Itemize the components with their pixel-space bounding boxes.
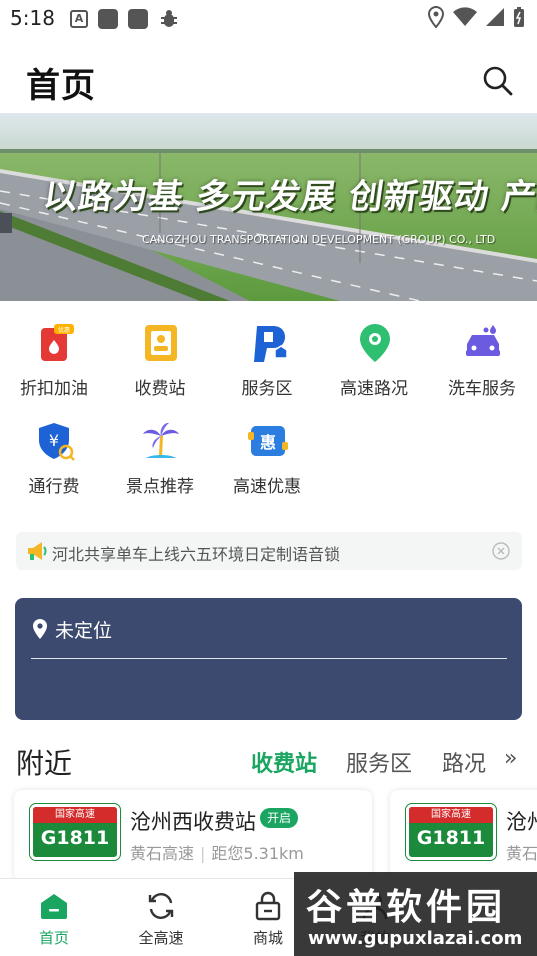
shop-icon — [255, 891, 281, 921]
tab-service-area[interactable]: 服务区 — [346, 746, 412, 778]
home-icon — [41, 894, 67, 919]
svg-text:惠: 惠 — [260, 433, 276, 452]
tab-toll-station[interactable]: 收费站 — [251, 746, 317, 778]
header: 首页 — [0, 50, 537, 110]
toll-station-icon — [145, 325, 177, 361]
service-label: 景点推荐 — [126, 477, 194, 497]
service-label: 收费站 — [134, 379, 186, 399]
highway-sign: 国家高速 G1811 — [29, 803, 121, 861]
battery-icon — [514, 7, 524, 27]
megaphone-icon — [28, 542, 47, 560]
toll-fee-icon: ¥ — [39, 423, 75, 461]
station-name: 沧州 — [506, 810, 537, 834]
notice-bar[interactable]: 河北共享单车上线六五环境日定制语音锁 — [16, 532, 522, 570]
fuel-icon: 优惠 — [41, 324, 74, 361]
station-distance: 距您5.31km — [211, 844, 304, 863]
notice-text: 河北共享单车上线六五环境日定制语音锁 — [52, 545, 341, 564]
service-car-wash[interactable]: 洗车服务 — [432, 322, 532, 412]
refresh-icon — [148, 893, 174, 919]
svg-text:优惠: 优惠 — [58, 326, 70, 334]
service-fuel-discount[interactable]: 优惠 折扣加油 — [4, 322, 104, 412]
bug-icon — [161, 10, 177, 27]
status-badge: 开启 — [260, 808, 299, 828]
nav-all-highway[interactable]: 全高速 — [121, 889, 201, 949]
station-name: 沧州西收费站 — [130, 810, 256, 834]
a-notification-icon: A — [70, 10, 88, 28]
search-icon[interactable] — [481, 64, 515, 98]
service-label: 高速路况 — [340, 379, 408, 399]
banner-slogan: 以路为基 多元发展 创新驱动 产融协同 — [40, 177, 537, 217]
station-card[interactable]: 国家高速 G1811 沧州 黄石 — [390, 790, 537, 880]
service-toll-station[interactable]: 收费站 — [110, 322, 210, 412]
close-icon[interactable] — [492, 542, 510, 560]
nav-label: 全高速 — [138, 929, 184, 947]
service-label: 洗车服务 — [448, 379, 516, 399]
location-status: 未定位 — [55, 620, 113, 642]
nav-home[interactable]: 首页 — [14, 889, 94, 949]
station-card[interactable]: 国家高速 G1811 沧州西收费站 开启 黄石高速 | 距您5.31km — [14, 790, 372, 880]
tab-road-condition[interactable]: 路况 — [442, 746, 486, 778]
wifi-icon — [453, 7, 477, 27]
service-highway-discount[interactable]: 惠 高速优惠 — [217, 420, 317, 510]
location-pin-icon — [33, 619, 47, 639]
banner-subtitle: CANGZHOU TRANSPORTATION DEVELOPMENT (GRO… — [142, 233, 496, 246]
location-card[interactable]: 未定位 — [15, 598, 522, 720]
service-label: 折扣加油 — [20, 379, 88, 399]
more-arrow-icon[interactable]: » — [504, 746, 517, 771]
car-wash-icon — [466, 325, 500, 356]
banner[interactable]: 以路为基 多元发展 创新驱动 产融协同 CANGZHOU TRANSPORTAT… — [0, 113, 537, 301]
location-divider — [31, 658, 507, 659]
service-label: 高速优惠 — [233, 477, 301, 497]
status-notifications: A — [70, 8, 180, 30]
highway-code: G1811 — [416, 827, 486, 849]
service-area-icon — [254, 326, 288, 362]
watermark-text: 谷普软件园 — [306, 887, 507, 928]
station-road: 黄石高速 | 距您5.31km — [130, 844, 304, 863]
road-name: 黄石高速 — [130, 844, 195, 863]
road-condition-icon — [360, 324, 390, 362]
app-notification-icon — [98, 9, 118, 29]
service-scenic-spot[interactable]: 景点推荐 — [110, 420, 210, 510]
status-bar: 5:18 A — [0, 0, 537, 38]
service-label: 通行费 — [28, 477, 80, 497]
nearby-title: 附近 — [16, 747, 73, 780]
signal-icon — [486, 8, 504, 26]
svg-text:¥: ¥ — [49, 431, 59, 450]
nav-label: 首页 — [38, 929, 69, 947]
highway-sign-top: 国家高速 — [33, 807, 117, 823]
watermark-url: www.gupuxlazai.com — [308, 928, 523, 949]
service-label: 服务区 — [241, 379, 293, 399]
service-toll-fee[interactable]: ¥ 通行费 — [4, 420, 104, 510]
highway-sign: 国家高速 G1811 — [405, 803, 497, 861]
page-title: 首页 — [26, 66, 96, 106]
highway-code: G1811 — [40, 827, 110, 849]
road-name: 黄石 — [506, 844, 537, 863]
status-time: 5:18 — [10, 6, 55, 30]
service-road-condition[interactable]: 高速路况 — [324, 322, 424, 412]
scenic-spot-icon — [143, 422, 179, 458]
status-system-icons — [427, 6, 525, 28]
highway-sign-top: 国家高速 — [409, 807, 493, 823]
watermark: 谷普软件园 www.gupuxlazai.com — [294, 872, 537, 956]
app-notification-icon-2 — [128, 9, 148, 29]
location-status-icon — [427, 6, 445, 28]
service-service-area[interactable]: 服务区 — [217, 322, 317, 412]
highway-discount-icon: 惠 — [248, 426, 288, 456]
